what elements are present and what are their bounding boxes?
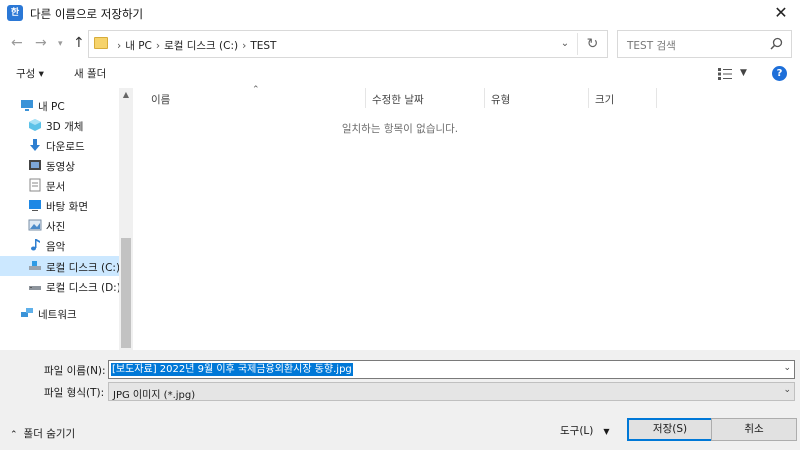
new-folder-button[interactable]: 새 폴더 xyxy=(74,66,106,81)
window-title: 다른 이름으로 저장하기 xyxy=(30,7,144,21)
sidebar-item-3d-objects[interactable]: 3D 개체 xyxy=(0,115,119,135)
sidebar-item-label: 네트워크 xyxy=(38,309,77,321)
app-icon: 한 xyxy=(7,5,23,21)
navigation-scrollbar[interactable]: ▲ xyxy=(119,88,133,350)
filetype-value: JPG 이미지 (*.jpg) xyxy=(113,390,196,401)
sidebar-item-desktop[interactable]: 바탕 화면 xyxy=(0,195,119,215)
sidebar-item-music[interactable]: 음악 xyxy=(0,235,119,255)
cube-icon xyxy=(29,119,41,131)
sidebar-item-documents[interactable]: 문서 xyxy=(0,175,119,195)
sidebar-item-downloads[interactable]: 다운로드 xyxy=(0,135,119,155)
music-icon xyxy=(31,239,40,251)
search-placeholder: TEST 검색 xyxy=(627,40,676,52)
sidebar-item-label: 다운로드 xyxy=(46,141,85,153)
sidebar-item-label: 동영상 xyxy=(46,161,75,173)
folder-icon xyxy=(94,37,108,49)
title-bar: 한 다른 이름으로 저장하기 ✕ xyxy=(0,0,800,27)
chevron-down-icon[interactable]: ⌄ xyxy=(783,363,791,373)
sidebar-item-local-disk-d[interactable]: 로컬 디스크 (D:) xyxy=(0,276,119,296)
sidebar-item-this-pc[interactable]: 내 PC xyxy=(0,95,119,115)
recent-locations-icon[interactable]: ▾ xyxy=(58,39,63,49)
column-divider[interactable] xyxy=(588,88,589,108)
view-options-icon[interactable] xyxy=(718,68,732,80)
sidebar-item-label: 문서 xyxy=(46,181,66,193)
sidebar-item-label: 사진 xyxy=(46,221,66,233)
sidebar-item-label: 3D 개체 xyxy=(46,121,84,133)
sidebar-item-label: 바탕 화면 xyxy=(46,201,88,213)
filetype-select[interactable]: JPG 이미지 (*.jpg) ⌄ xyxy=(108,382,795,401)
tools-button[interactable]: 도구(L) ▼ xyxy=(560,423,610,438)
filename-value[interactable]: [보도자료] 2022년 9월 이후 국제금융외환시장 동향.jpg xyxy=(111,363,353,376)
breadcrumb: › 내 PC › 로컬 디스크 (C:) › TEST xyxy=(113,38,276,53)
desktop-icon xyxy=(29,200,41,211)
sidebar-item-label: 음악 xyxy=(46,241,66,253)
address-bar[interactable]: › 내 PC › 로컬 디스크 (C:) › TEST ⌄ ↻ xyxy=(88,30,608,58)
chevron-right-icon: › xyxy=(242,40,247,52)
empty-list-message: 일치하는 항목이 없습니다. xyxy=(341,123,459,135)
filetype-label: 파일 형식(T): xyxy=(44,387,105,399)
drive-icon xyxy=(29,261,41,270)
chevron-down-icon[interactable]: ⌄ xyxy=(555,35,575,53)
download-icon xyxy=(30,139,40,151)
chevron-up-icon: ⌃ xyxy=(10,430,18,440)
cancel-button[interactable]: 취소 xyxy=(711,418,797,441)
save-form: 파일 이름(N): [보도자료] 2022년 9월 이후 국제금융외환시장 동향… xyxy=(0,350,800,450)
column-divider[interactable] xyxy=(484,88,485,108)
save-button[interactable]: 저장(S) xyxy=(627,418,713,441)
sidebar-item-label: 로컬 디스크 (D:) xyxy=(46,282,119,294)
column-header-size[interactable]: 크기 xyxy=(595,92,614,107)
column-header-type[interactable]: 유형 xyxy=(491,92,510,107)
search-icon[interactable] xyxy=(770,37,783,50)
search-input[interactable]: TEST 검색 xyxy=(617,30,792,58)
back-arrow-icon[interactable]: ← xyxy=(11,35,23,51)
column-divider[interactable] xyxy=(656,88,657,108)
breadcrumb-item[interactable]: 로컬 디스크 (C:) xyxy=(164,40,238,52)
chevron-right-icon: › xyxy=(155,40,161,52)
filename-label: 파일 이름(N): xyxy=(44,365,106,377)
scrollbar-thumb[interactable] xyxy=(121,238,131,348)
column-header-date-modified[interactable]: 수정한 날짜 xyxy=(372,92,424,107)
sidebar-item-videos[interactable]: 동영상 xyxy=(0,155,119,175)
network-icon xyxy=(21,308,33,317)
chevron-right-icon: › xyxy=(117,40,122,52)
view-dropdown-icon[interactable]: ▼ xyxy=(740,68,747,78)
picture-icon xyxy=(28,219,42,231)
column-divider[interactable] xyxy=(365,88,366,108)
column-header-name[interactable]: 이름 xyxy=(151,92,170,107)
pc-icon xyxy=(21,100,33,111)
command-bar: 구성 ▾ 새 폴더 ▼ ? xyxy=(0,62,800,86)
up-arrow-icon[interactable]: ↑ xyxy=(73,35,85,51)
file-list: ⌃ 이름 수정한 날짜 유형 크기 일치하는 항목이 없습니다. xyxy=(136,85,800,350)
tools-dropdown-icon: ▼ xyxy=(603,427,610,436)
scroll-up-icon[interactable]: ▲ xyxy=(119,88,133,102)
sort-ascending-icon: ⌃ xyxy=(252,85,260,95)
forward-arrow-icon[interactable]: → xyxy=(35,35,47,51)
sidebar-item-pictures[interactable]: 사진 xyxy=(0,215,119,235)
help-icon[interactable]: ? xyxy=(772,66,787,81)
sidebar-item-label: 로컬 디스크 (C:) xyxy=(46,262,119,274)
breadcrumb-item[interactable]: 내 PC xyxy=(125,40,152,52)
navigation-pane: 내 PC 3D 개체 다운로드 동영상 문서 바탕 화면 사진 음악 로컬 디스… xyxy=(0,88,133,350)
filename-field[interactable]: [보도자료] 2022년 9월 이후 국제금융외환시장 동향.jpg ⌄ xyxy=(108,360,795,379)
breadcrumb-item[interactable]: TEST xyxy=(250,40,276,52)
drive-icon xyxy=(29,286,41,290)
sidebar-item-label: 내 PC xyxy=(38,101,65,113)
navigation-bar: ← → ▾ ↑ › 내 PC › 로컬 디스크 (C:) › TEST ⌄ ↻ TEST … xyxy=(0,27,800,62)
chevron-down-icon[interactable]: ⌄ xyxy=(783,385,791,395)
sidebar-item-network[interactable]: 네트워크 xyxy=(0,303,119,323)
hide-folders-button[interactable]: ⌃ 폴더 숨기기 xyxy=(10,426,75,441)
sidebar-item-local-disk-c[interactable]: 로컬 디스크 (C:) xyxy=(0,256,119,276)
tools-label: 도구(L) xyxy=(560,425,594,437)
organize-button[interactable]: 구성 ▾ xyxy=(16,66,44,81)
refresh-icon[interactable]: ↻ xyxy=(577,33,607,55)
video-icon xyxy=(29,160,41,170)
document-icon xyxy=(29,178,41,192)
close-icon[interactable]: ✕ xyxy=(770,3,792,23)
hide-folders-label: 폴더 숨기기 xyxy=(23,428,76,440)
